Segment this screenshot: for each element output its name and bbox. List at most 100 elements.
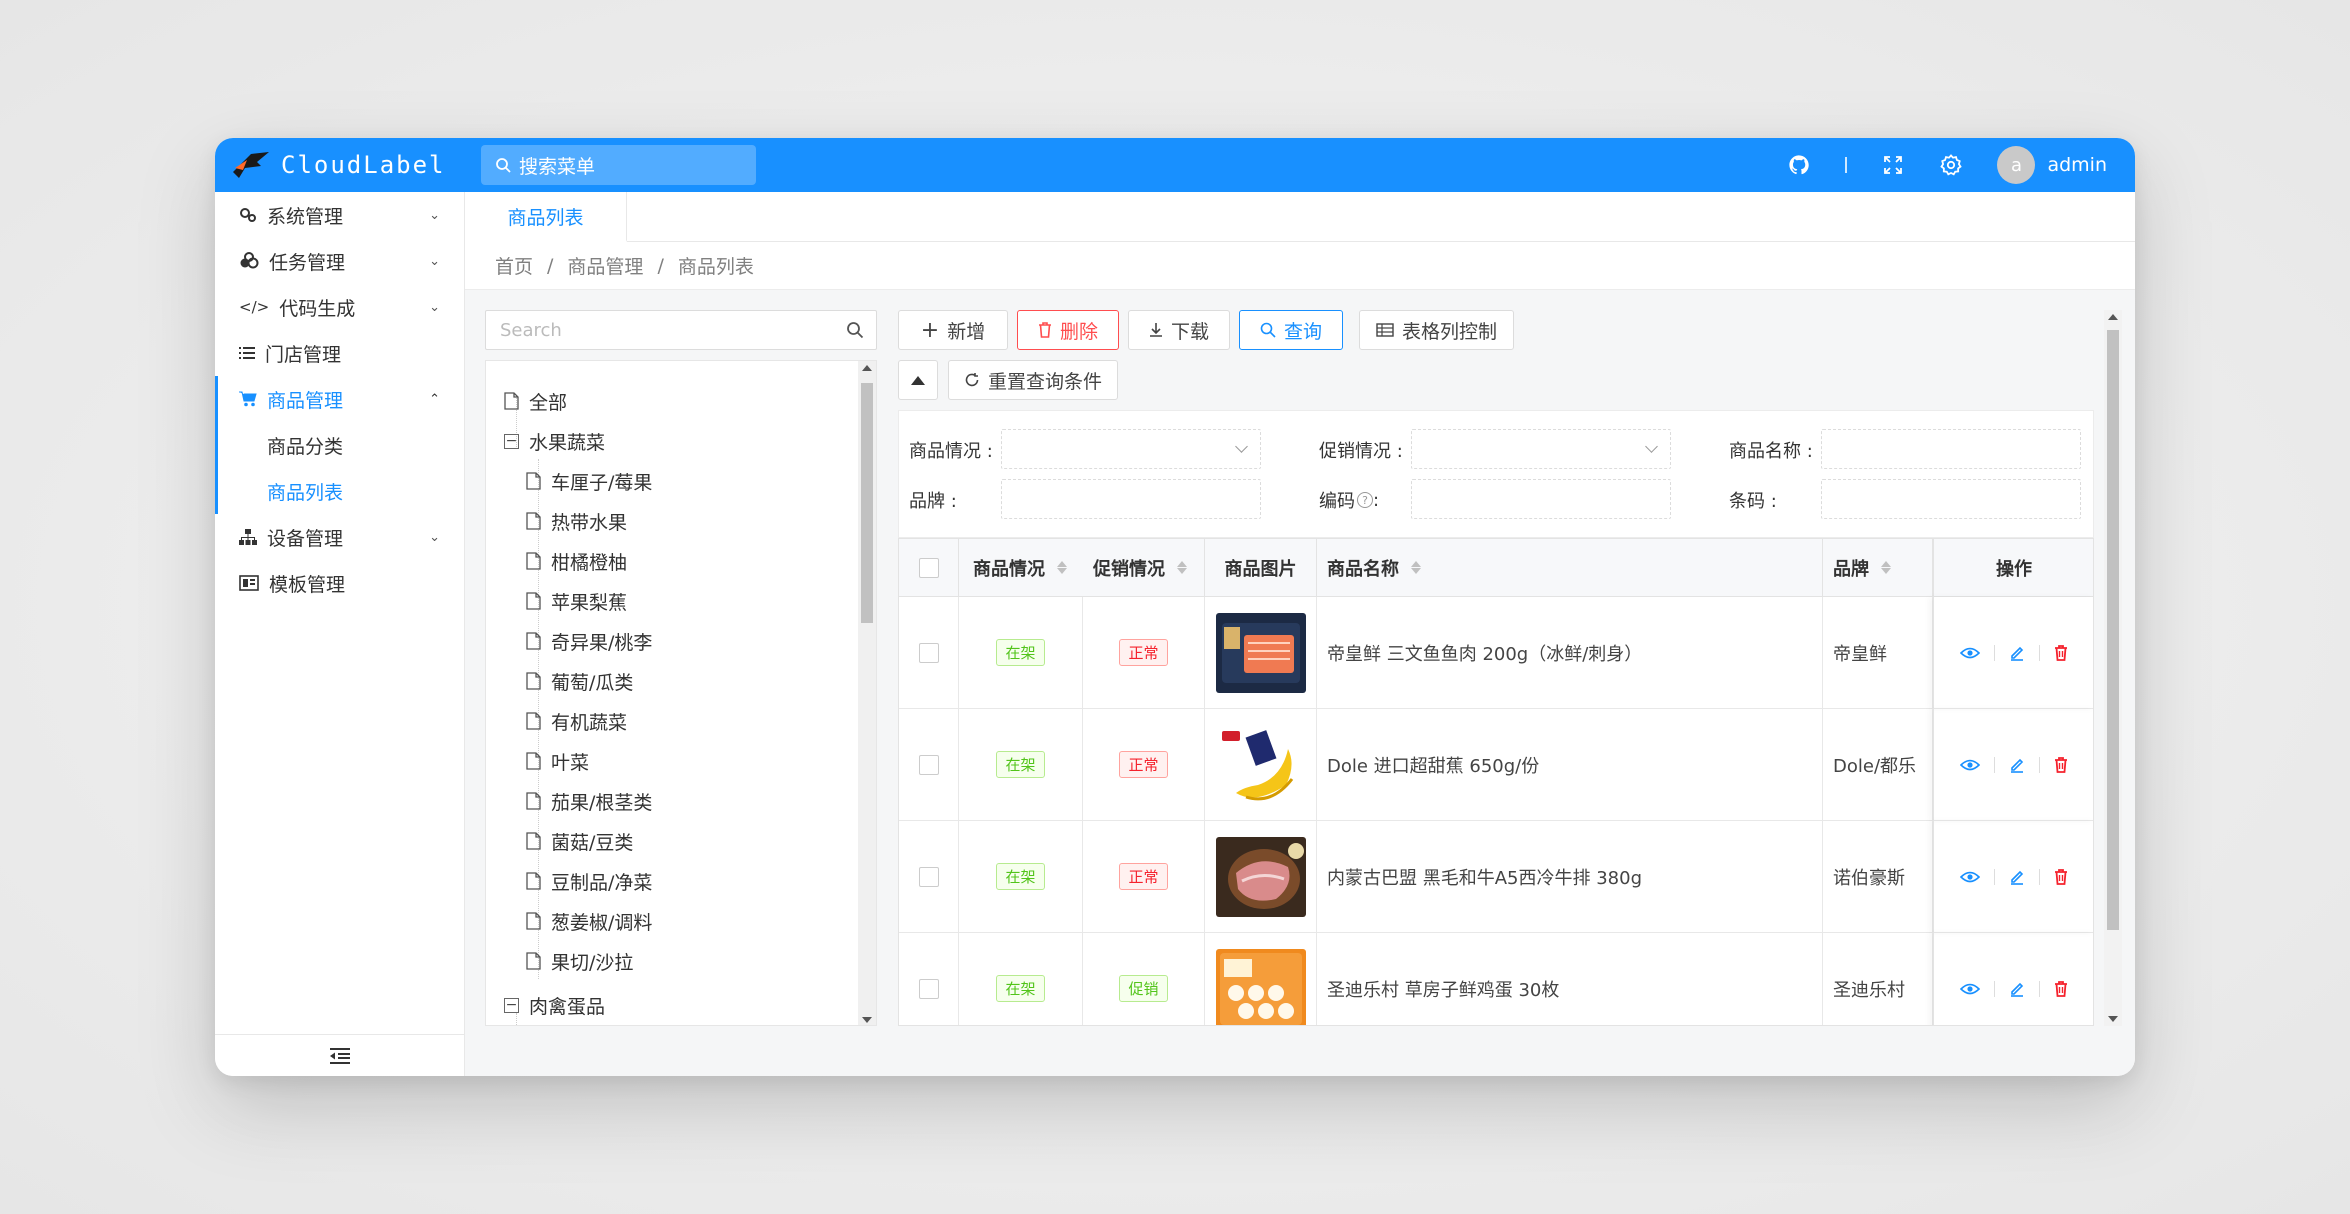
app-window: CloudLabel 搜索菜单 a admin 系统管理 ⌄ 任务管理 ⌄ </… xyxy=(215,138,2135,1076)
tree-node-label: 肉禽蛋品 xyxy=(529,995,606,1018)
tree-node[interactable]: 猪肉 xyxy=(526,1025,589,1026)
menu-search-input[interactable]: 搜索菜单 xyxy=(481,145,756,185)
sidebar-item-products[interactable]: 商品管理 ⌃ xyxy=(218,376,464,422)
tree-node-meat-eggs[interactable]: − 肉禽蛋品 xyxy=(504,985,605,1025)
file-icon xyxy=(526,832,541,850)
scroll-up-arrow-icon[interactable] xyxy=(2108,314,2118,320)
name-column-header[interactable]: 商品名称 xyxy=(1317,539,1823,597)
promo-cell: 促销 xyxy=(1083,933,1205,1025)
delete-trash-icon[interactable] xyxy=(2054,980,2068,997)
sidebar-subitem-product-list[interactable]: 商品列表 xyxy=(218,468,464,514)
sort-icon[interactable] xyxy=(1177,561,1187,574)
tree-collapse-icon[interactable]: − xyxy=(504,433,519,449)
brand-column-header[interactable]: 品牌 xyxy=(1823,539,1933,597)
product-thumbnail[interactable] xyxy=(1215,836,1306,917)
code-filter-input[interactable] xyxy=(1411,479,1671,519)
row-checkbox[interactable] xyxy=(918,642,939,663)
settings-gear-icon[interactable] xyxy=(1939,153,1963,177)
scroll-down-arrow-icon[interactable] xyxy=(862,1017,872,1023)
edit-pencil-icon[interactable] xyxy=(2009,757,2025,773)
tree-scrollbar[interactable] xyxy=(858,361,876,1025)
name-filter-input[interactable] xyxy=(1821,429,2081,469)
tree-node[interactable]: 豆制品/净菜 xyxy=(526,861,652,901)
delete-button[interactable]: 删除 xyxy=(1017,310,1119,350)
sidebar-item-stores[interactable]: 门店管理 xyxy=(215,330,464,376)
sidebar-item-codegen[interactable]: </> 代码生成 ⌄ xyxy=(215,284,464,330)
promo-column-header[interactable]: 促销情况 xyxy=(1083,539,1205,597)
name-header-label: 商品名称 xyxy=(1327,558,1399,580)
view-eye-icon[interactable] xyxy=(1960,870,1980,884)
tree-node[interactable]: 热带水果 xyxy=(526,501,627,541)
reset-query-button[interactable]: 重置查询条件 xyxy=(948,360,1118,400)
delete-trash-icon[interactable] xyxy=(2054,644,2068,661)
help-circle-icon[interactable]: ? xyxy=(1357,492,1373,508)
tree-node[interactable]: 奇异果/桃李 xyxy=(526,621,652,661)
column-control-button[interactable]: 表格列控制 xyxy=(1359,310,1514,350)
sidebar-collapse-button[interactable] xyxy=(215,1034,464,1076)
logo[interactable]: CloudLabel xyxy=(215,138,465,192)
tree-search-input[interactable]: Search xyxy=(485,310,877,350)
menu-search-placeholder: 搜索菜单 xyxy=(519,155,596,178)
product-thumbnail[interactable] xyxy=(1215,612,1306,693)
sidebar-item-templates[interactable]: 模板管理 xyxy=(215,560,464,606)
delete-trash-icon[interactable] xyxy=(2054,756,2068,773)
sidebar-item-system[interactable]: 系统管理 ⌄ xyxy=(215,192,464,238)
edit-pencil-icon[interactable] xyxy=(2009,869,2025,885)
row-checkbox[interactable] xyxy=(918,866,939,887)
row-checkbox[interactable] xyxy=(918,754,939,775)
tree-node-fruits-veg[interactable]: − 水果蔬菜 xyxy=(504,421,605,461)
main-scrollbar[interactable] xyxy=(2104,310,2122,1026)
barcode-filter-input[interactable] xyxy=(1821,479,2081,519)
add-button[interactable]: + 新增 xyxy=(898,310,1008,350)
scroll-down-arrow-icon[interactable] xyxy=(2108,1016,2118,1022)
row-checkbox[interactable] xyxy=(918,978,939,999)
tree-collapse-icon[interactable]: − xyxy=(504,997,519,1013)
tree-node[interactable]: 果切/沙拉 xyxy=(526,941,633,981)
edit-pencil-icon[interactable] xyxy=(2009,645,2025,661)
tree-node[interactable]: 车厘子/莓果 xyxy=(526,461,652,501)
view-eye-icon[interactable] xyxy=(1960,758,1980,772)
edit-pencil-icon[interactable] xyxy=(2009,981,2025,997)
main-scroll-thumb[interactable] xyxy=(2107,330,2119,930)
trash-icon xyxy=(1038,322,1051,338)
product-thumbnail[interactable] xyxy=(1215,948,1306,1027)
scroll-up-arrow-icon[interactable] xyxy=(862,365,872,371)
delete-trash-icon[interactable] xyxy=(2054,868,2068,885)
product-thumbnail[interactable] xyxy=(1215,724,1306,805)
github-icon[interactable] xyxy=(1787,153,1811,177)
sort-icon[interactable] xyxy=(1881,561,1891,574)
tree-node[interactable]: 葡萄/瓜类 xyxy=(526,661,633,701)
tree-node[interactable]: 叶菜 xyxy=(526,741,589,781)
sidebar-item-devices[interactable]: 设备管理 ⌄ xyxy=(215,514,464,560)
tree-node[interactable]: 柑橘橙柚 xyxy=(526,541,627,581)
tree-scroll-thumb[interactable] xyxy=(861,383,873,623)
select-all-checkbox[interactable] xyxy=(918,557,939,578)
tab-product-list[interactable]: 商品列表 xyxy=(465,192,627,242)
file-icon xyxy=(526,872,541,890)
tree-node[interactable]: 苹果梨蕉 xyxy=(526,581,627,621)
sidebar-item-tasks[interactable]: 任务管理 ⌄ xyxy=(215,238,464,284)
view-eye-icon[interactable] xyxy=(1960,646,1980,660)
collapse-filter-button[interactable] xyxy=(898,360,938,400)
user-menu[interactable]: a admin xyxy=(1997,146,2107,184)
query-button[interactable]: 查询 xyxy=(1239,310,1343,350)
status-filter-select[interactable] xyxy=(1001,429,1261,469)
search-icon xyxy=(847,322,864,339)
tree-node[interactable]: 茄果/根茎类 xyxy=(526,781,652,821)
tree-node[interactable]: 葱姜椒/调料 xyxy=(526,901,652,941)
tree-node[interactable]: 有机蔬菜 xyxy=(526,701,627,741)
tree-node[interactable]: 菌菇/豆类 xyxy=(526,821,633,861)
sidebar-subitem-categories[interactable]: 商品分类 xyxy=(218,422,464,468)
promo-filter-select[interactable] xyxy=(1411,429,1671,469)
gears-icon xyxy=(240,208,256,222)
sort-icon[interactable] xyxy=(1411,561,1421,574)
brand-filter-input[interactable] xyxy=(1001,479,1261,519)
breadcrumb-products[interactable]: 商品管理 xyxy=(567,252,643,279)
sort-icon[interactable] xyxy=(1057,561,1067,574)
breadcrumb-home[interactable]: 首页 xyxy=(495,252,533,279)
view-eye-icon[interactable] xyxy=(1960,982,1980,996)
fullscreen-icon[interactable] xyxy=(1881,153,1905,177)
tree-node-all[interactable]: 全部 xyxy=(504,381,567,421)
sidebar-item-label: 模板管理 xyxy=(269,573,346,596)
download-button[interactable]: 下载 xyxy=(1128,310,1230,350)
